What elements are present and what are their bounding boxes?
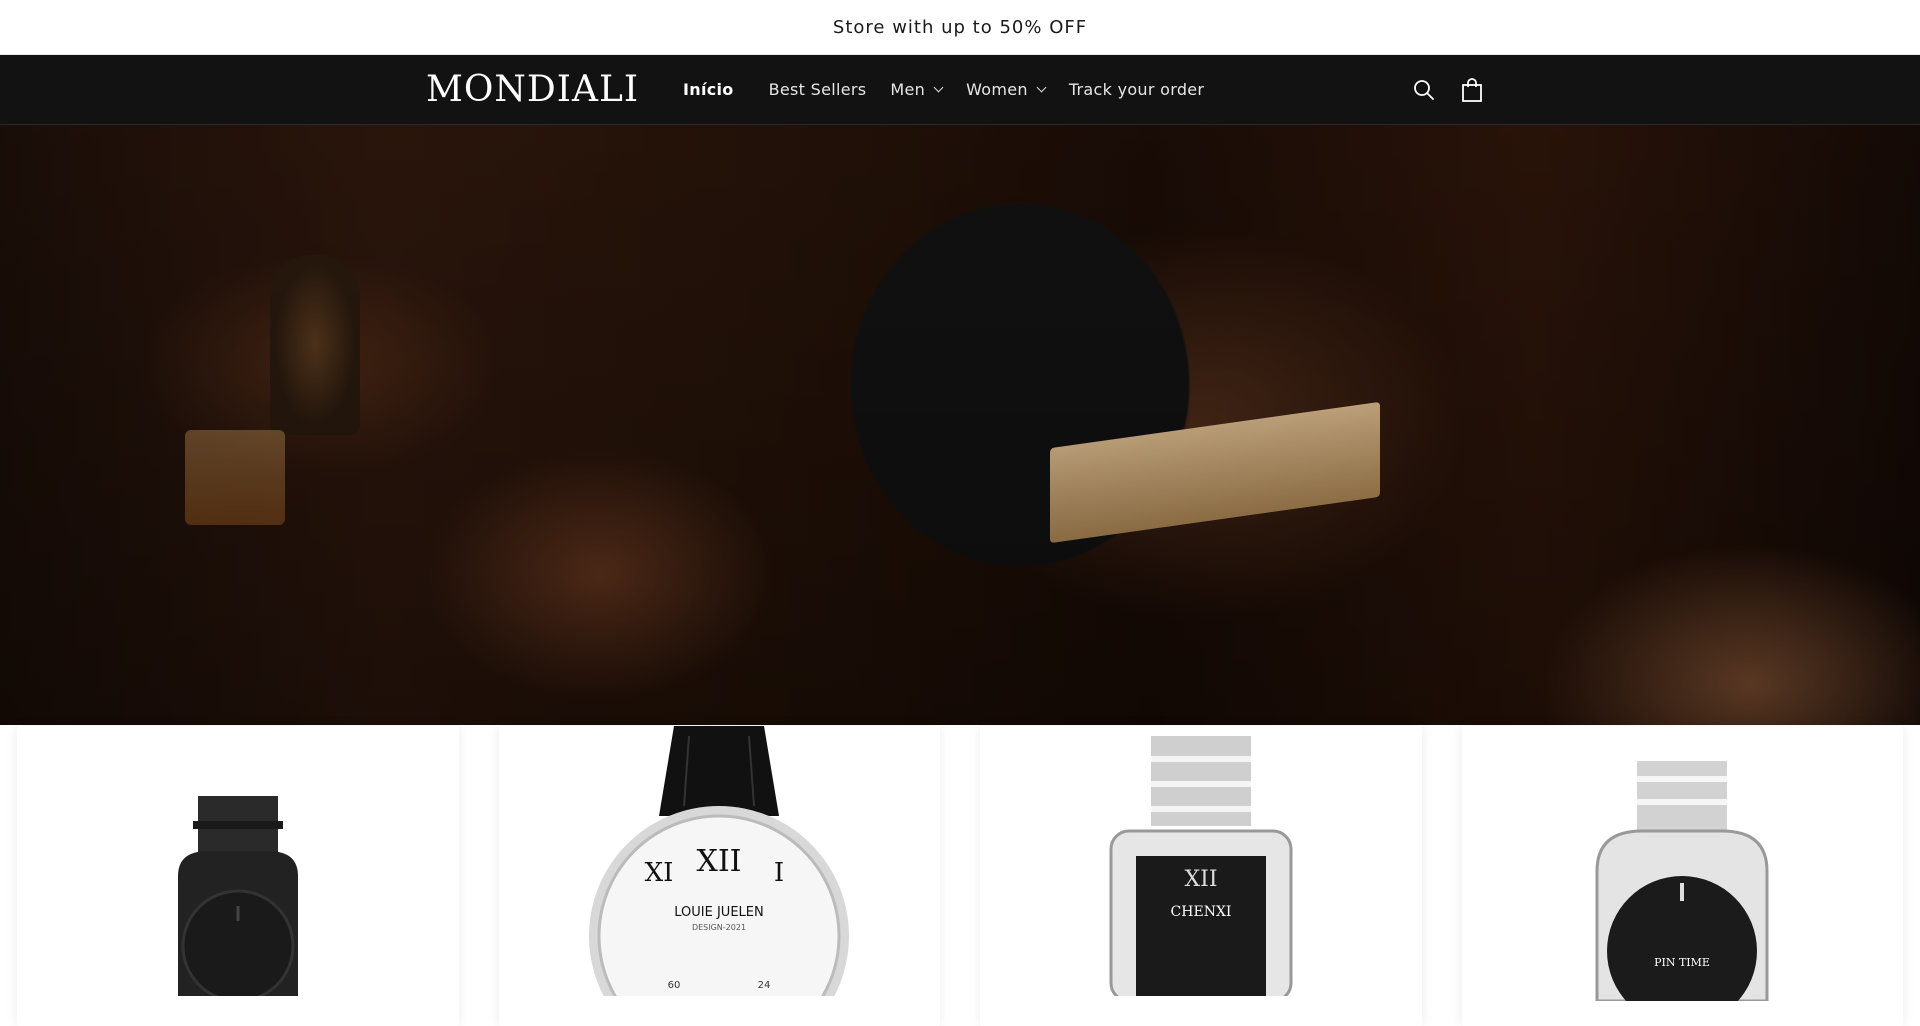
- nav-label: Women: [966, 80, 1028, 99]
- dial-brand-text: PIN TIME: [1654, 956, 1710, 969]
- nav-item-men[interactable]: Men: [878, 72, 954, 107]
- announcement-bar: Store with up to 50% OFF: [0, 0, 1920, 55]
- hero-shade: [0, 125, 1920, 725]
- nav-label: Início: [683, 80, 734, 99]
- svg-text:DESIGN-2021: DESIGN-2021: [692, 923, 746, 932]
- product-card[interactable]: XII XI I LOUIE JUELEN DESIGN-2021 60 24: [498, 726, 940, 1026]
- cart-icon[interactable]: [1458, 76, 1486, 104]
- nav-item-inicio[interactable]: Início: [671, 72, 746, 107]
- product-image-rectangular-watch: XII CHENXI: [1109, 736, 1293, 996]
- logo-text: MONDIALI: [426, 69, 640, 110]
- svg-text:24: 24: [758, 980, 771, 991]
- nav-label: Track your order: [1068, 80, 1205, 99]
- dial-brand-text: CHENXI: [1170, 904, 1231, 920]
- search-icon[interactable]: [1410, 76, 1438, 104]
- chevron-down-icon: [933, 82, 944, 93]
- product-card[interactable]: [17, 726, 459, 1026]
- nav-label: Best Sellers: [768, 80, 867, 99]
- svg-text:XI: XI: [645, 858, 674, 888]
- product-image-black-watch: [177, 796, 298, 996]
- nav-item-track-order[interactable]: Track your order: [1057, 72, 1216, 107]
- svg-text:XII: XII: [1184, 867, 1217, 892]
- svg-text:I: I: [774, 858, 784, 888]
- product-card[interactable]: PIN TIME: [1461, 726, 1903, 1026]
- nav-label: Men: [890, 80, 926, 99]
- product-grid: XII XI I LOUIE JUELEN DESIGN-2021 60 24 …: [0, 726, 1920, 1026]
- main-nav: Início Best Sellers Men Women Track your…: [671, 72, 1216, 107]
- product-image-leather-watch: XII XI I LOUIE JUELEN DESIGN-2021 60 24: [589, 726, 850, 996]
- product-card[interactable]: XII CHENXI: [980, 726, 1422, 1026]
- chevron-down-icon: [1036, 82, 1047, 93]
- dial-brand-text: LOUIE JUELEN: [675, 905, 764, 920]
- product-image-silver-watch: PIN TIME: [1595, 761, 1769, 1001]
- nav-item-best-sellers[interactable]: Best Sellers: [757, 72, 879, 107]
- site-logo[interactable]: MONDIALI: [426, 69, 638, 110]
- svg-text:60: 60: [668, 980, 681, 991]
- hero-banner[interactable]: [0, 125, 1920, 725]
- header-icons: [1410, 76, 1486, 104]
- announcement-text: Store with up to 50% OFF: [832, 16, 1088, 38]
- svg-text:XII: XII: [697, 844, 742, 879]
- site-header: MONDIALI Início Best Sellers Men Women T…: [0, 55, 1920, 125]
- nav-item-women[interactable]: Women: [954, 72, 1057, 107]
